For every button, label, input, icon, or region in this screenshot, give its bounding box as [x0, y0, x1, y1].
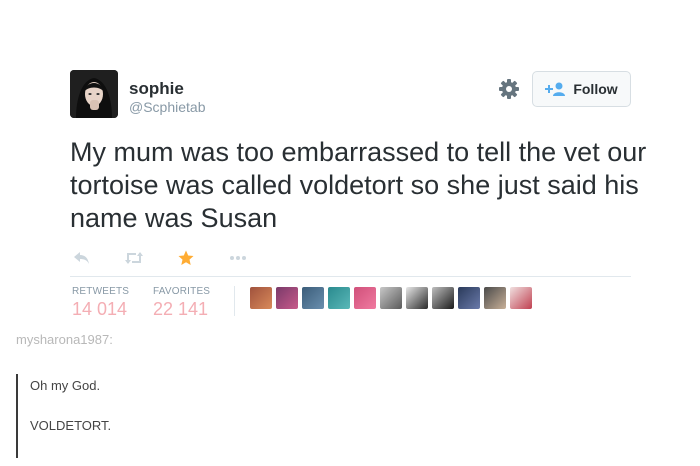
follow-button[interactable]: Follow	[532, 71, 631, 107]
favoriter-avatar[interactable]	[458, 287, 480, 309]
tweet-text: My mum was too embarrassed to tell the v…	[70, 137, 647, 233]
more-icon[interactable]	[228, 250, 248, 266]
comment-line-2: VOLDETORT.	[30, 418, 112, 433]
favoriter-avatar[interactable]	[250, 287, 272, 309]
reblog-comment: mysharona1987: Oh my God. VOLDETORT.	[0, 322, 700, 466]
avatar[interactable]	[70, 70, 118, 118]
favoriters-avatars	[250, 287, 532, 309]
favorites-count: 22 141	[153, 299, 209, 319]
user-handle[interactable]: @Scphietab	[129, 99, 205, 115]
favoriter-avatar[interactable]	[354, 287, 376, 309]
favoriter-avatar[interactable]	[510, 287, 532, 309]
display-name[interactable]: sophie	[129, 79, 184, 99]
gear-icon[interactable]	[498, 78, 520, 100]
favoriter-avatar[interactable]	[302, 287, 324, 309]
retweets-label: RETWEETS	[72, 286, 130, 297]
username-colon: :	[109, 332, 113, 347]
reply-icon[interactable]	[72, 250, 92, 266]
retweet-icon[interactable]	[124, 250, 144, 266]
tweet-card: sophie @Scphietab Follow My mum was too …	[0, 0, 700, 322]
tweet-actions	[72, 248, 280, 268]
quote-bar	[16, 374, 18, 458]
divider	[70, 276, 631, 277]
favoriter-avatar[interactable]	[406, 287, 428, 309]
favoriter-avatar[interactable]	[484, 287, 506, 309]
retweets-count: 14 014	[72, 299, 128, 319]
follow-label: Follow	[573, 81, 618, 97]
favoriter-avatar[interactable]	[276, 287, 298, 309]
reblog-username: mysharona1987:	[16, 332, 113, 347]
add-user-icon	[545, 82, 566, 96]
favoriter-avatar[interactable]	[328, 287, 350, 309]
favoriter-avatar[interactable]	[380, 287, 402, 309]
favorites-label: FAVORITES	[153, 286, 211, 297]
username-link[interactable]: mysharona1987	[16, 332, 109, 347]
stats-separator	[234, 286, 235, 316]
comment-line-1: Oh my God.	[30, 378, 101, 393]
favoriter-avatar[interactable]	[432, 287, 454, 309]
favorite-star-icon[interactable]	[176, 250, 196, 266]
favorites-stat[interactable]: FAVORITES 22 141	[153, 286, 210, 320]
retweets-stat[interactable]: RETWEETS 14 014	[72, 286, 129, 320]
